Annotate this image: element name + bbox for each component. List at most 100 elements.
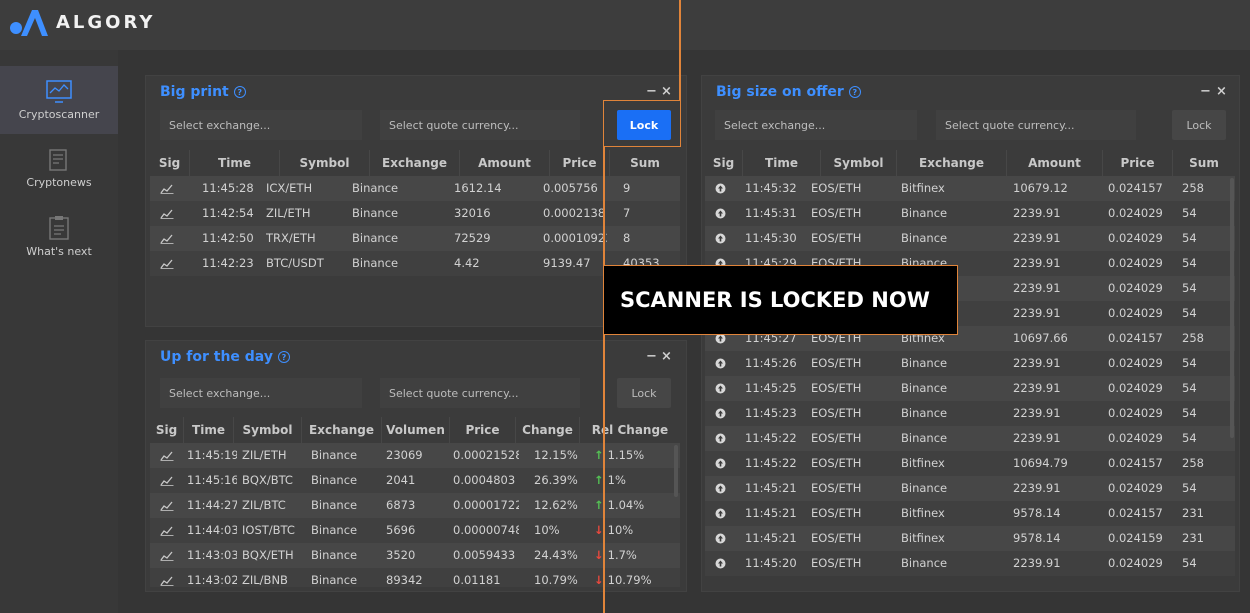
sidebar-item-whats-next[interactable]: What's next	[0, 202, 118, 270]
help-icon[interactable]: ?	[848, 86, 861, 98]
table-row[interactable]: 11:45:23 EOS/ETH Binance 2239.91 0.024029 54	[705, 401, 1235, 426]
column-header[interactable]: Amount	[1007, 150, 1103, 176]
table-row[interactable]: 11:45:22 EOS/ETH Bitfinex 10694.79 0.024157 2…	[705, 451, 1235, 476]
table-row[interactable]: 11:44:27 ZIL/BTC Binance 6873 0.00001722 12.6…	[150, 493, 680, 518]
exchange-select[interactable]: Select exchange...	[715, 110, 917, 140]
table-cell: EOS/ETH	[811, 206, 862, 220]
table-row[interactable]: 11:45:21 EOS/ETH Bitfinex 9578.14 0.024157 23…	[705, 501, 1235, 526]
table-row[interactable]: 11:45:26 EOS/ETH Binance 2239.91 0.024029 54	[705, 351, 1235, 376]
signal-cell	[705, 451, 735, 476]
quote-currency-select[interactable]: Select quote currency...	[380, 378, 580, 408]
column-header[interactable]: Amount	[460, 150, 550, 176]
table-row[interactable]: 11:45:19 ZIL/ETH Binance 23069 0.00021528 12.…	[150, 443, 680, 468]
table-cell: 2239.91	[1013, 306, 1061, 320]
column-header[interactable]: Sum	[610, 150, 680, 176]
table-cell: 11:43:02	[187, 573, 237, 587]
table-row[interactable]: 11:45:30 EOS/ETH Binance 2239.91 0.024029 54	[705, 226, 1235, 251]
column-header[interactable]: Sig	[705, 150, 743, 176]
quote-currency-select[interactable]: Select quote currency...	[380, 110, 580, 140]
close-icon[interactable]: ×	[1216, 84, 1227, 99]
table-cell: 9578.14	[1013, 531, 1061, 545]
column-header[interactable]: Time	[743, 150, 821, 176]
table-cell: 54	[1182, 556, 1197, 570]
help-icon[interactable]: ?	[277, 351, 290, 363]
column-header[interactable]: Price	[550, 150, 610, 176]
table-row[interactable]: 11:45:21 EOS/ETH Binance 2239.91 0.024029 54	[705, 476, 1235, 501]
lock-button[interactable]: Lock	[617, 378, 671, 408]
table-row[interactable]: 11:45:20 EOS/ETH Binance 2239.91 0.024029 54	[705, 551, 1235, 576]
table-cell: 11:45:21	[745, 481, 797, 495]
table-row[interactable]: 11:44:03 IOST/BTC Binance 5696 0.00000748 10%…	[150, 518, 680, 543]
minimize-icon[interactable]: −	[1200, 84, 1211, 99]
help-icon[interactable]: ?	[233, 86, 246, 98]
column-header[interactable]: Time	[184, 417, 234, 443]
table-row[interactable]: 11:45:16 BQX/BTC Binance 2041 0.0004803 26.39…	[150, 468, 680, 493]
table-row[interactable]: 11:43:02 ZIL/BNB Binance 89342 0.01181 10.79%…	[150, 568, 680, 587]
column-header[interactable]: Symbol	[821, 150, 897, 176]
column-header[interactable]: Sig	[150, 150, 190, 176]
table-cell: 0.024157	[1108, 181, 1163, 195]
panel-title: Big size on offer?	[716, 84, 861, 100]
column-header[interactable]: Price	[1103, 150, 1173, 176]
column-header[interactable]: Sum	[1173, 150, 1235, 176]
arrow-up-circle-icon	[715, 458, 725, 469]
table-row[interactable]: 11:45:28 ICX/ETH Binance 1612.14 0.005756 9	[150, 176, 680, 201]
table-cell: 0.024157	[1108, 331, 1163, 345]
sidebar-item-cryptoscanner[interactable]: Cryptoscanner	[0, 66, 118, 134]
arrow-down-icon: ↓	[594, 523, 608, 537]
minimize-icon[interactable]: −	[646, 84, 657, 99]
exchange-select[interactable]: Select exchange...	[160, 110, 362, 140]
panel-title: Up for the day?	[160, 349, 290, 365]
arrow-up-circle-icon	[715, 408, 725, 419]
sidebar-item-cryptonews[interactable]: Cryptonews	[0, 134, 118, 202]
table-cell: EOS/ETH	[811, 481, 862, 495]
table-cell: 2239.91	[1013, 281, 1061, 295]
table-cell: Binance	[311, 548, 358, 562]
table-row[interactable]: 11:45:25 EOS/ETH Binance 2239.91 0.024029 54	[705, 376, 1235, 401]
up-for-day-panel: Up for the day? − × Select exchange... S…	[145, 340, 687, 592]
table-cell: 0.024157	[1108, 456, 1163, 470]
table-cell: Binance	[901, 206, 948, 220]
table-row[interactable]: 11:43:03 BQX/ETH Binance 3520 0.0059433 24.43…	[150, 543, 680, 568]
column-header[interactable]: Price	[450, 417, 516, 443]
column-header[interactable]: Symbol	[234, 417, 302, 443]
arrow-up-circle-icon	[715, 508, 725, 519]
table-row[interactable]: 11:45:32 EOS/ETH Bitfinex 10679.12 0.024157 2…	[705, 176, 1235, 201]
scrollbar[interactable]	[674, 445, 678, 497]
table-cell: 54	[1182, 231, 1197, 245]
arrow-up-circle-icon	[715, 383, 725, 394]
column-header[interactable]: Exchange	[370, 150, 460, 176]
minimize-icon[interactable]: −	[646, 349, 657, 364]
column-header[interactable]: Time	[190, 150, 280, 176]
table-row[interactable]: 11:45:31 EOS/ETH Binance 2239.91 0.024029 54	[705, 201, 1235, 226]
table-cell: Binance	[901, 556, 948, 570]
column-header[interactable]: Exchange	[897, 150, 1007, 176]
scrollbar[interactable]	[1230, 178, 1234, 438]
close-icon[interactable]: ×	[661, 84, 672, 99]
table-cell: 11:45:30	[745, 231, 797, 245]
lock-button[interactable]: Lock	[1172, 110, 1226, 140]
table-cell: Binance	[901, 406, 948, 420]
close-icon[interactable]: ×	[661, 349, 672, 364]
column-header[interactable]: Volumen	[382, 417, 450, 443]
table-cell: TRX/ETH	[266, 231, 316, 245]
column-header[interactable]: Rel Change	[580, 417, 680, 443]
logo[interactable]: ALGORY	[8, 6, 155, 38]
table-row[interactable]: 11:45:21 EOS/ETH Bitfinex 9578.14 0.024159 23…	[705, 526, 1235, 551]
exchange-select[interactable]: Select exchange...	[160, 378, 362, 408]
column-header[interactable]: Exchange	[302, 417, 382, 443]
trend-icon	[160, 259, 174, 269]
table-cell: 54	[1182, 481, 1197, 495]
column-header[interactable]: Sig	[150, 417, 184, 443]
table-cell: EOS/ETH	[811, 531, 862, 545]
table-row[interactable]: 11:42:54 ZIL/ETH Binance 32016 0.0002138 7	[150, 201, 680, 226]
table-row[interactable]: 11:42:23 BTC/USDT Binance 4.42 9139.47 40353	[150, 251, 680, 276]
table-row[interactable]: 11:45:22 EOS/ETH Binance 2239.91 0.024029 54	[705, 426, 1235, 451]
table-row[interactable]: 11:42:50 TRX/ETH Binance 72529 0.00010923 8	[150, 226, 680, 251]
quote-currency-select[interactable]: Select quote currency...	[936, 110, 1136, 140]
column-header[interactable]: Change	[516, 417, 580, 443]
table-cell: ↑ 1%	[594, 468, 680, 493]
column-header[interactable]: Symbol	[280, 150, 370, 176]
trend-icon	[160, 501, 174, 511]
lock-callout-highlight	[603, 100, 681, 147]
